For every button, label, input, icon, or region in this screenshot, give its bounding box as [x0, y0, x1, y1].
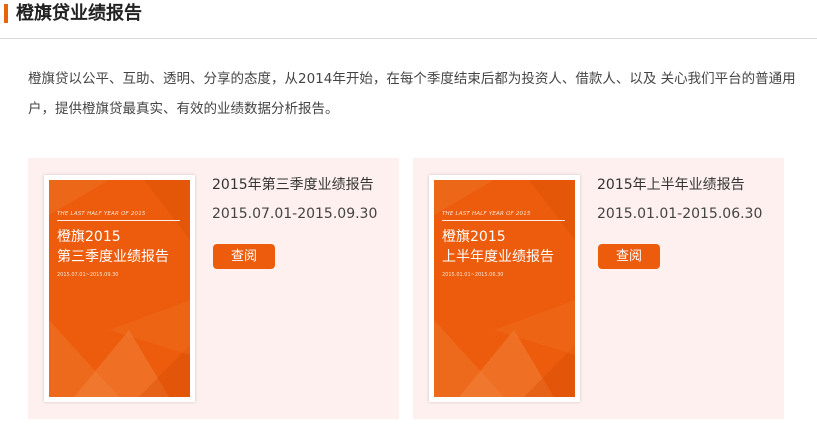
report-date-range: 2015.07.01-2015.09.30 — [212, 206, 378, 222]
report-title: 2015年第三季度业绩报告 — [212, 177, 374, 193]
report-cover-image: THE LAST HALF YEAR OF 2015 橙旗2015 第三季度业绩… — [49, 180, 190, 397]
cover-divider — [442, 220, 565, 221]
page-header: 橙旗贷业绩报告 — [0, 0, 817, 39]
cover-title-line2: 上半年度业绩报告 — [442, 249, 554, 265]
report-cover[interactable]: THE LAST HALF YEAR OF 2015 橙旗2015 第三季度业绩… — [44, 175, 195, 402]
cover-english-subtitle: THE LAST HALF YEAR OF 2015 — [442, 211, 531, 217]
cover-divider — [57, 220, 180, 221]
report-card: THE LAST HALF YEAR OF 2015 橙旗2015 第三季度业绩… — [28, 158, 399, 419]
report-title: 2015年上半年业绩报告 — [597, 177, 745, 193]
report-cover-image: THE LAST HALF YEAR OF 2015 橙旗2015 上半年度业绩… — [434, 180, 575, 397]
cover-date-range: 2015.07.01~2015.09.30 — [57, 272, 119, 278]
cover-date-range: 2015.01.01~2015.06.30 — [442, 272, 504, 278]
cover-title-line1: 橙旗2015 — [57, 229, 121, 245]
header-accent-bar — [4, 4, 8, 23]
intro-paragraph: 橙旗贷以公平、互助、透明、分享的态度，从2014年开始，在每个季度结束后都为投资… — [28, 71, 796, 117]
view-report-button[interactable]: 查阅 — [213, 244, 275, 269]
cover-title-line2: 第三季度业绩报告 — [57, 249, 169, 265]
page-title: 橙旗贷业绩报告 — [16, 3, 142, 24]
report-cover[interactable]: THE LAST HALF YEAR OF 2015 橙旗2015 上半年度业绩… — [429, 175, 580, 402]
cover-english-subtitle: THE LAST HALF YEAR OF 2015 — [57, 211, 146, 217]
cover-title-line1: 橙旗2015 — [442, 229, 506, 245]
report-date-range: 2015.01.01-2015.06.30 — [597, 206, 763, 222]
view-report-button[interactable]: 查阅 — [598, 244, 660, 269]
report-card: THE LAST HALF YEAR OF 2015 橙旗2015 上半年度业绩… — [413, 158, 784, 419]
